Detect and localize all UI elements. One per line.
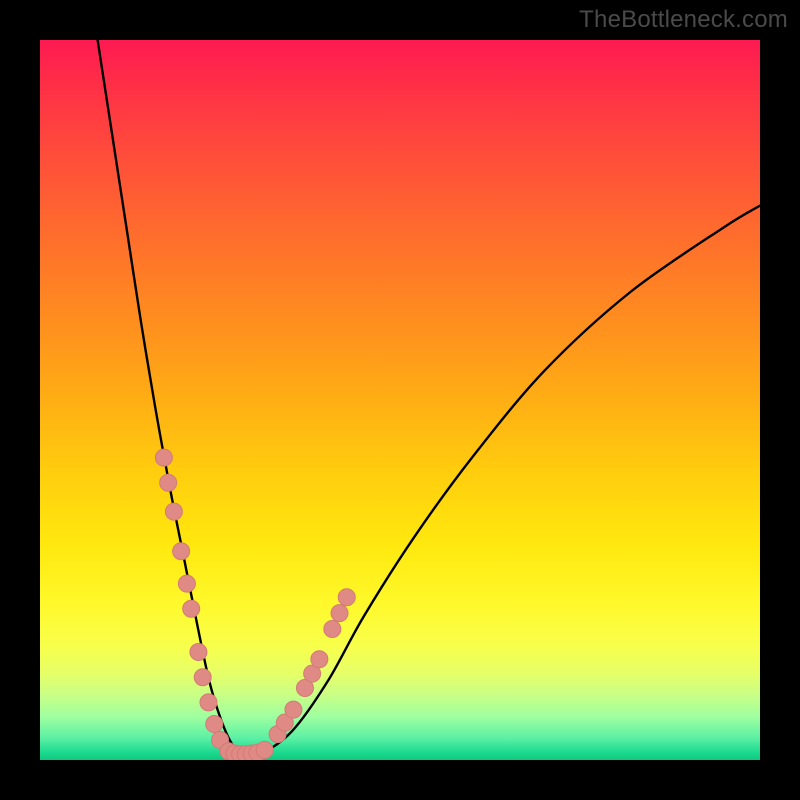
data-marker — [200, 694, 217, 711]
data-markers — [155, 449, 355, 760]
data-marker — [190, 644, 207, 661]
data-marker — [311, 651, 328, 668]
data-marker — [160, 474, 177, 491]
data-marker — [256, 741, 273, 758]
plot-area — [40, 40, 760, 760]
chart-svg — [40, 40, 760, 760]
data-marker — [173, 543, 190, 560]
data-marker — [194, 669, 211, 686]
data-marker — [178, 575, 195, 592]
chart-stage: TheBottleneck.com — [0, 0, 800, 800]
data-marker — [338, 589, 355, 606]
data-marker — [324, 620, 341, 637]
data-marker — [183, 600, 200, 617]
data-marker — [155, 449, 172, 466]
data-marker — [285, 701, 302, 718]
data-marker — [331, 605, 348, 622]
attribution-label: TheBottleneck.com — [579, 6, 788, 34]
data-marker — [165, 503, 182, 520]
data-marker — [206, 716, 223, 733]
